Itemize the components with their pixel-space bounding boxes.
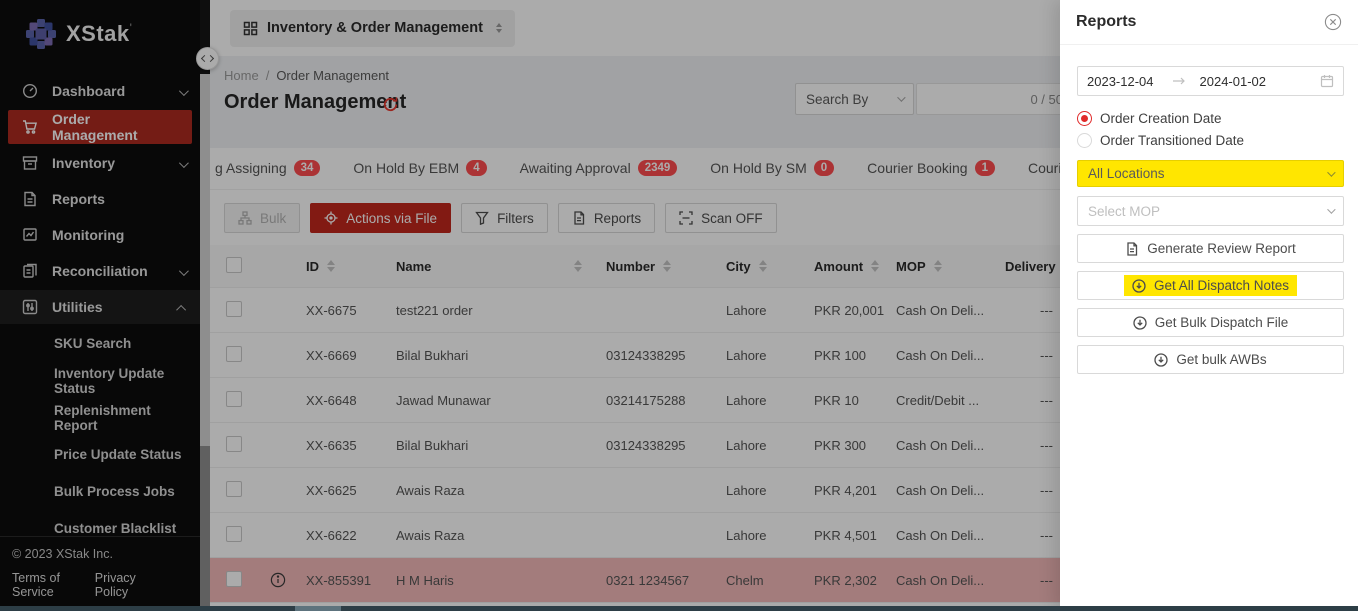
horizontal-scrollbar[interactable] (0, 606, 1358, 611)
chevron-down-icon (1327, 168, 1335, 176)
location-select-value: All Locations (1088, 166, 1165, 181)
get-bulk-dispatch-file-label: Get Bulk Dispatch File (1155, 315, 1289, 330)
get-all-dispatch-notes-button[interactable]: Get All Dispatch Notes (1077, 271, 1344, 300)
date-range-picker[interactable]: 2023-12-04 2024-01-02 (1077, 66, 1344, 96)
get-all-dispatch-notes-label: Get All Dispatch Notes (1154, 278, 1289, 293)
radio-label: Order Transitioned Date (1100, 133, 1244, 148)
file-icon (1125, 242, 1139, 256)
drawer-title: Reports (1076, 13, 1136, 31)
drawer-body: 2023-12-04 2024-01-02 Order Creation Dat… (1060, 45, 1358, 374)
radio-order-creation-date[interactable]: Order Creation Date (1077, 107, 1344, 129)
calendar-icon (1320, 74, 1334, 88)
download-icon (1133, 316, 1147, 330)
radio-label: Order Creation Date (1100, 111, 1222, 126)
mop-select[interactable]: Select MOP (1077, 196, 1344, 226)
get-bulk-awbs-button[interactable]: Get bulk AWBs (1077, 345, 1344, 374)
download-icon (1132, 279, 1146, 293)
generate-review-report-label: Generate Review Report (1147, 241, 1296, 256)
radio-selected-icon (1077, 111, 1092, 126)
chevron-down-icon (1327, 205, 1335, 213)
drawer-header: Reports (1060, 0, 1358, 45)
date-range-end[interactable]: 2024-01-02 (1200, 74, 1267, 89)
download-icon (1154, 353, 1168, 367)
mop-select-placeholder: Select MOP (1088, 204, 1160, 219)
arrow-right-icon (1172, 76, 1186, 86)
drawer-mask[interactable] (0, 0, 1060, 611)
close-circle-icon[interactable] (1324, 13, 1342, 31)
highlight-wrapper: Get All Dispatch Notes (1124, 275, 1297, 296)
reports-drawer: Reports 2023-12-04 2024-01-02 Order Crea… (1060, 0, 1358, 611)
generate-review-report-button[interactable]: Generate Review Report (1077, 234, 1344, 263)
location-select[interactable]: All Locations (1077, 160, 1344, 187)
date-range-start[interactable]: 2023-12-04 (1087, 74, 1154, 89)
radio-unselected-icon (1077, 133, 1092, 148)
app-root: XStak' Dashboard Order Management (0, 0, 1358, 611)
date-type-radio-group: Order Creation Date Order Transitioned D… (1077, 107, 1344, 151)
get-bulk-awbs-label: Get bulk AWBs (1176, 352, 1266, 367)
get-bulk-dispatch-file-button[interactable]: Get Bulk Dispatch File (1077, 308, 1344, 337)
horizontal-scrollbar-thumb[interactable] (295, 606, 341, 611)
radio-order-transitioned-date[interactable]: Order Transitioned Date (1077, 129, 1344, 151)
